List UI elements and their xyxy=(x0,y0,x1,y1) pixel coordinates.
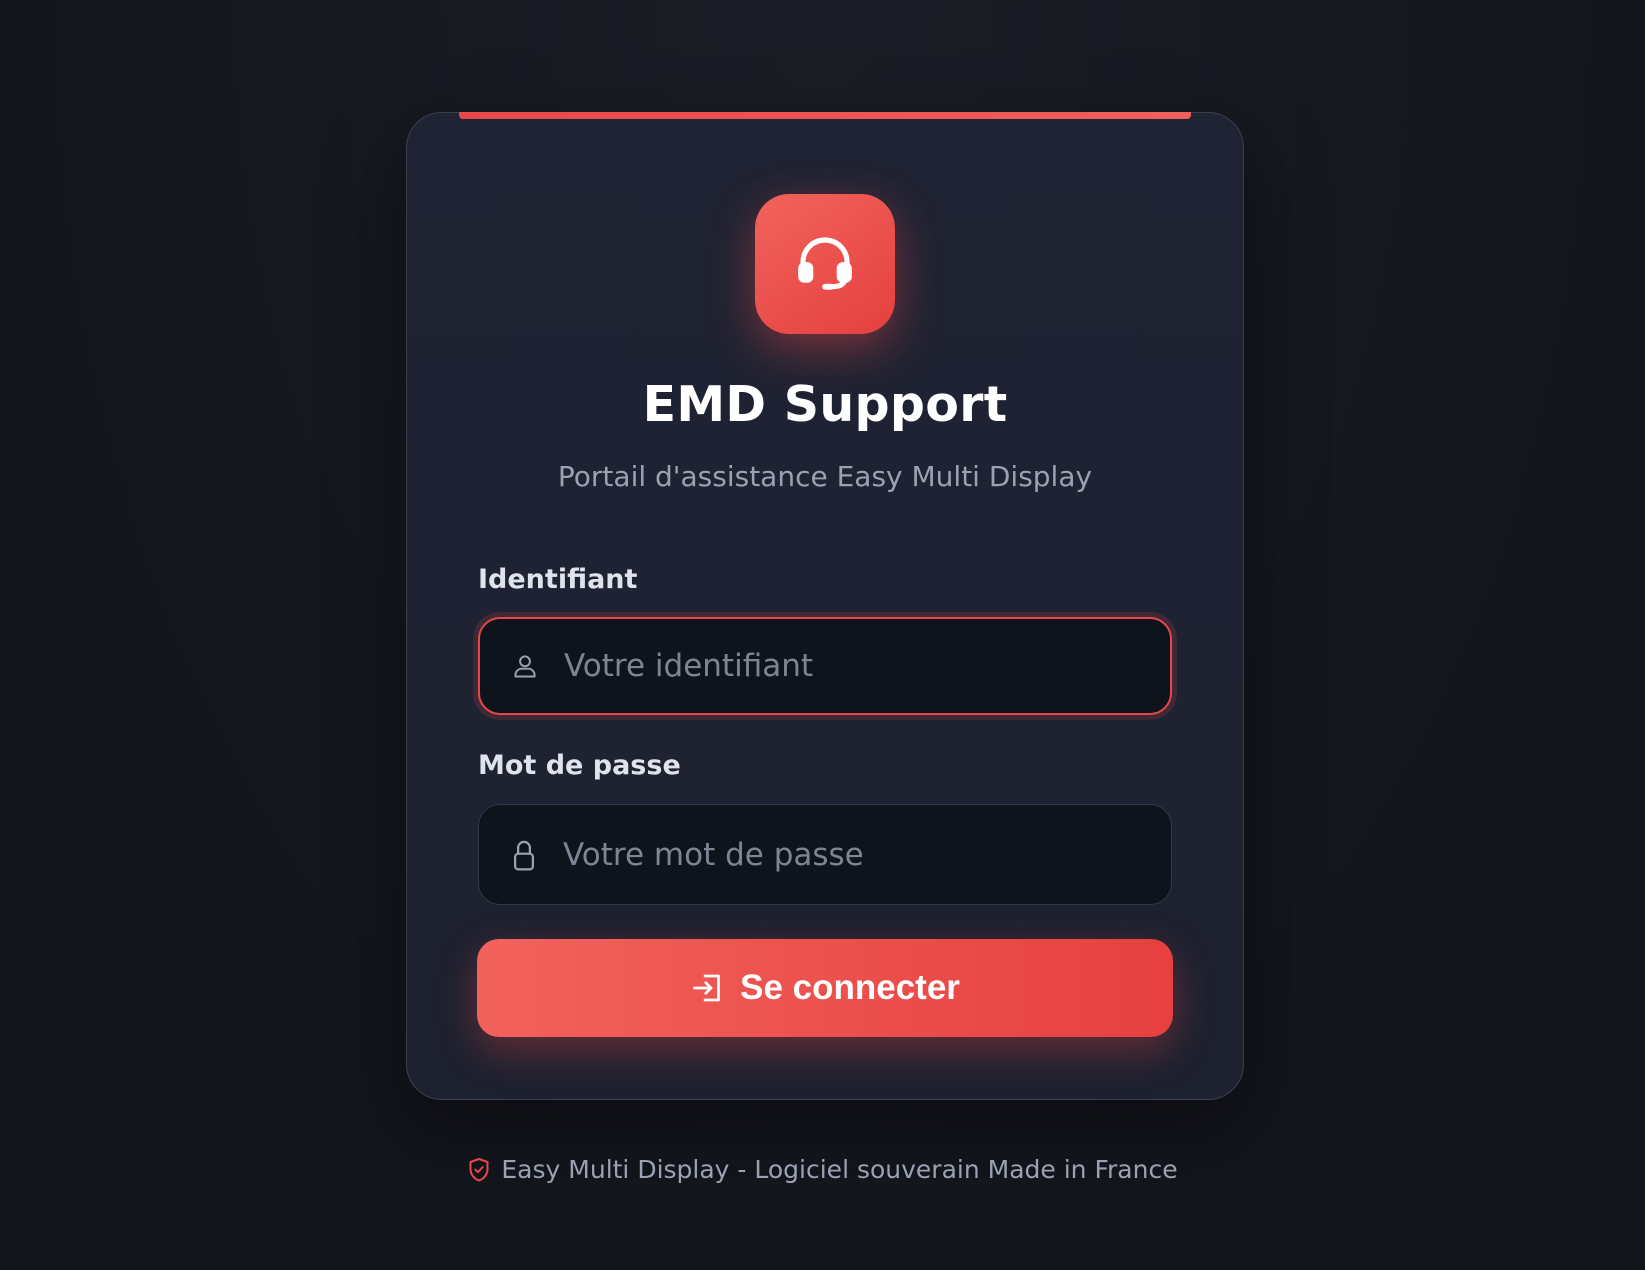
username-input[interactable] xyxy=(564,619,1170,713)
username-field[interactable] xyxy=(478,617,1172,715)
password-field[interactable] xyxy=(478,804,1172,905)
login-icon xyxy=(690,970,726,1006)
username-label: Identifiant xyxy=(478,564,638,595)
login-card: EMD Support Portail d'assistance Easy Mu… xyxy=(406,112,1244,1100)
page-title: EMD Support xyxy=(642,376,1008,433)
shield-check-icon xyxy=(467,1156,493,1184)
lock-icon xyxy=(509,838,539,872)
card-accent-bar xyxy=(459,112,1191,119)
password-input[interactable] xyxy=(563,805,1171,904)
user-icon xyxy=(510,649,540,683)
password-label: Mot de passe xyxy=(478,750,681,781)
page-subtitle: Portail d'assistance Easy Multi Display xyxy=(557,460,1093,493)
headset-icon xyxy=(792,229,858,299)
footer-text: Easy Multi Display - Logiciel souverain … xyxy=(501,1155,1178,1184)
login-button-label: Se connecter xyxy=(740,968,960,1007)
footer: Easy Multi Display - Logiciel souverain … xyxy=(0,1155,1645,1184)
login-button[interactable]: Se connecter xyxy=(477,939,1173,1037)
app-logo xyxy=(755,194,895,334)
